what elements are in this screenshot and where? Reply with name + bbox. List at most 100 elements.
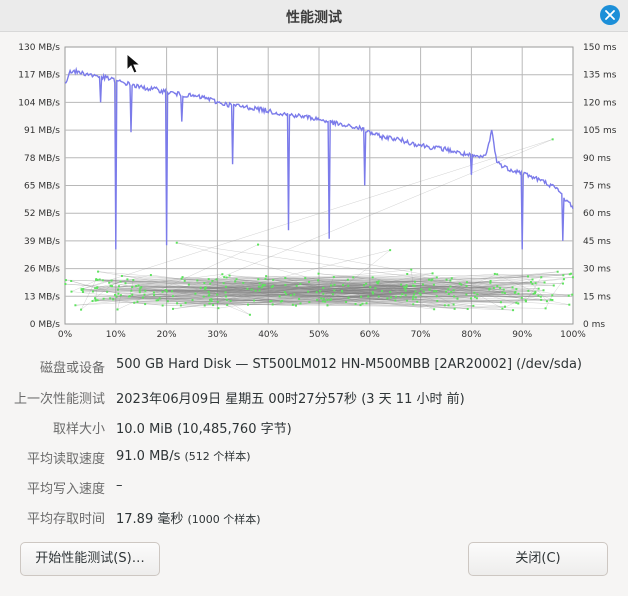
access-time-point (406, 273, 409, 276)
access-time-point (410, 268, 413, 271)
access-time-point (320, 297, 323, 300)
access-time-point (365, 282, 368, 285)
access-time-point (284, 277, 287, 280)
access-time-point (82, 287, 85, 290)
access-time-point (317, 279, 320, 282)
access-time-point (489, 280, 492, 283)
access-time-point (403, 286, 406, 289)
access-time-point (531, 278, 534, 281)
access-time-point (404, 294, 407, 297)
access-time-point (203, 282, 206, 285)
access-time-point (411, 298, 414, 301)
access-time-point (502, 288, 505, 291)
access-time-point (436, 299, 439, 302)
access-time-point (281, 299, 284, 302)
access-time-point (527, 275, 530, 278)
y-right-tick-label: 60 ms (583, 209, 611, 219)
chart-svg: 0% 10% 20% 30% 40% 50% 60% 70% 80% 90% 100% 0 MB/s 0… (18, 43, 617, 340)
x-tick-label: 100% (560, 330, 586, 340)
access-time-point (499, 301, 502, 304)
y-left-tick-label: 91 MB/s (24, 126, 60, 136)
access-time-point (326, 298, 329, 301)
access-time-point (428, 288, 431, 291)
benchmark-chart: 0% 10% 20% 30% 40% 50% 60% 70% 80% 90% 100% 0 MB/s 0… (0, 34, 628, 344)
access-time-point (537, 287, 540, 290)
avg-access-main: 17.89 毫秒 (116, 512, 184, 527)
access-time-point (543, 281, 546, 284)
access-time-point (138, 289, 141, 292)
access-time-point (332, 276, 335, 279)
access-time-point (80, 308, 83, 311)
y-right-tick-label: 30 ms (583, 265, 611, 275)
avg-read-value: 91.0 MB/s (512 个样本) (116, 448, 251, 464)
access-time-point (326, 304, 329, 307)
access-time-point (234, 280, 237, 283)
access-time-point (308, 280, 311, 283)
access-time-point (389, 249, 392, 252)
access-time-point (360, 295, 363, 298)
access-time-point (568, 303, 571, 306)
access-time-point (307, 290, 310, 293)
access-time-point (381, 290, 384, 293)
access-time-point (217, 307, 220, 310)
access-time-point (136, 300, 139, 303)
access-time-point (472, 304, 475, 307)
access-time-point (319, 289, 322, 292)
access-time-point (568, 273, 571, 276)
access-time-point (556, 270, 559, 273)
access-time-point (181, 276, 184, 279)
access-time-point (377, 295, 380, 298)
access-time-point (114, 293, 117, 296)
start-benchmark-button[interactable]: 开始性能测试(S)… (20, 542, 160, 576)
access-time-point (143, 293, 146, 296)
access-time-point (374, 287, 377, 290)
access-time-point (161, 290, 164, 293)
access-time-point (419, 293, 422, 296)
access-time-point (539, 295, 542, 298)
y-right-tick-label: 150 ms (583, 43, 617, 53)
access-time-point (153, 294, 156, 297)
access-time-point (549, 298, 552, 301)
access-time-point (470, 297, 473, 300)
access-time-point (466, 307, 469, 310)
last-test-label: 上一次性能测试 (13, 392, 105, 407)
access-time-point (329, 299, 332, 302)
access-time-point (135, 285, 138, 288)
access-time-point (545, 300, 548, 303)
access-time-point (246, 287, 249, 290)
access-time-point (106, 290, 109, 293)
x-tick-label: 80% (461, 330, 481, 340)
access-time-point (132, 279, 135, 282)
avg-access-note: (1000 个样本) (187, 513, 261, 526)
disk-label: 磁盘或设备 (39, 361, 105, 376)
access-time-point (225, 276, 228, 279)
avg-read-main: 91.0 MB/s (116, 449, 181, 464)
access-time-point (449, 279, 452, 282)
access-time-point (157, 299, 160, 302)
access-time-point (141, 296, 144, 299)
access-time-point (158, 297, 161, 300)
access-time-point (70, 280, 73, 283)
access-time-point (445, 290, 448, 293)
access-time-point (445, 278, 448, 281)
close-window-button[interactable] (600, 5, 620, 25)
access-time-point (317, 272, 320, 275)
access-time-point (194, 292, 197, 295)
access-time-point (489, 281, 492, 284)
access-time-point (284, 283, 287, 286)
access-time-point (278, 295, 281, 298)
access-time-point (117, 285, 120, 288)
access-time-point (149, 274, 152, 277)
access-time-point (115, 295, 118, 298)
access-time-point (511, 286, 514, 289)
access-time-point (97, 270, 100, 273)
access-time-point (202, 295, 205, 298)
access-time-point (293, 293, 296, 296)
access-time-point (333, 289, 336, 292)
access-time-point (331, 293, 334, 296)
x-tick-label: 20% (157, 330, 177, 340)
access-time-point (443, 304, 446, 307)
close-button[interactable]: 关闭(C) (468, 542, 608, 576)
access-time-point (473, 291, 476, 294)
avg-write-label: 平均写入速度 (26, 482, 105, 497)
